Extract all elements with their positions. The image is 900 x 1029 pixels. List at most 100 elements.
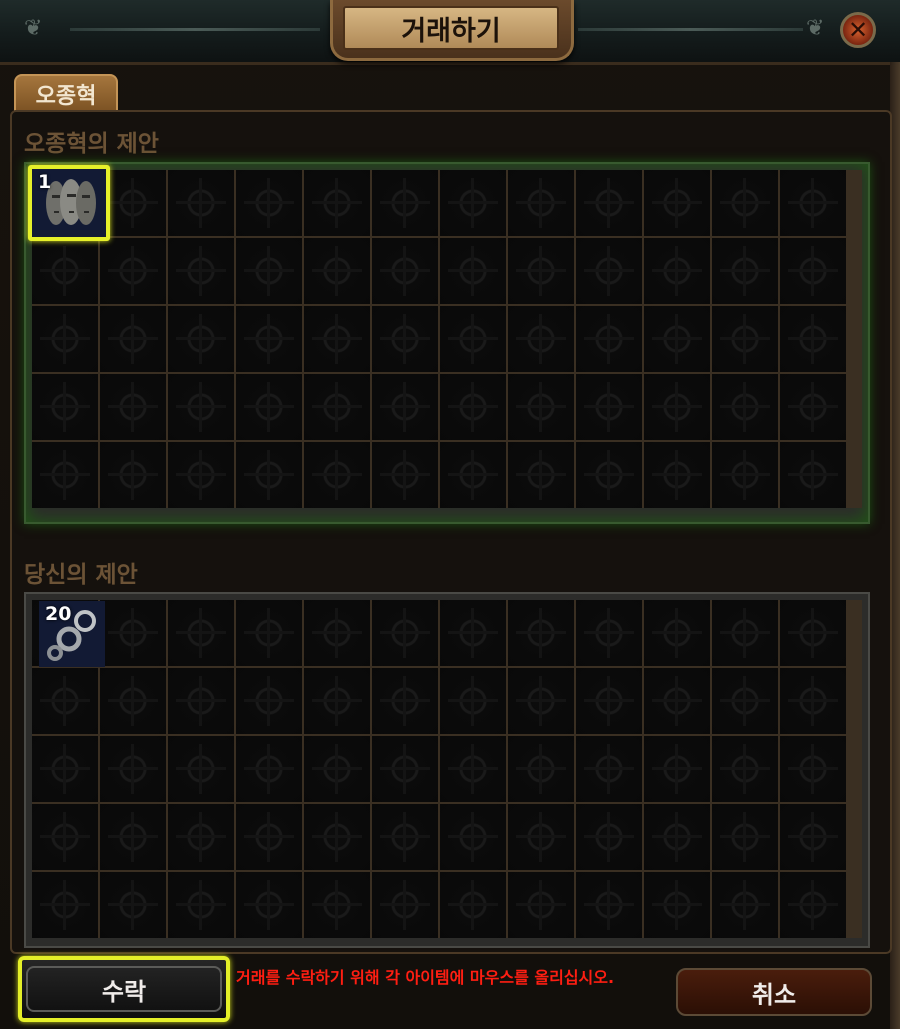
- inventory-slot[interactable]: [168, 170, 234, 236]
- inventory-slot[interactable]: [168, 306, 234, 372]
- inventory-slot[interactable]: [780, 600, 846, 666]
- inventory-slot[interactable]: [508, 442, 574, 508]
- inventory-slot[interactable]: [576, 872, 642, 938]
- inventory-slot[interactable]: [780, 668, 846, 734]
- inventory-slot[interactable]: [576, 374, 642, 440]
- inventory-slot[interactable]: [32, 872, 98, 938]
- inventory-slot[interactable]: [304, 872, 370, 938]
- inventory-slot[interactable]: [508, 804, 574, 870]
- inventory-slot[interactable]: [780, 374, 846, 440]
- inventory-slot[interactable]: [576, 600, 642, 666]
- inventory-slot[interactable]: [508, 600, 574, 666]
- inventory-slot[interactable]: [32, 374, 98, 440]
- inventory-slot[interactable]: [508, 306, 574, 372]
- inventory-slot[interactable]: [304, 736, 370, 802]
- inventory-slot[interactable]: [32, 442, 98, 508]
- inventory-slot[interactable]: [372, 306, 438, 372]
- inventory-slot[interactable]: [100, 238, 166, 304]
- inventory-slot[interactable]: [32, 804, 98, 870]
- inventory-slot[interactable]: [644, 238, 710, 304]
- inventory-slot[interactable]: [168, 442, 234, 508]
- inventory-slot[interactable]: [780, 804, 846, 870]
- inventory-slot[interactable]: [236, 872, 302, 938]
- cancel-button[interactable]: 취소: [676, 968, 872, 1016]
- inventory-slot[interactable]: [644, 374, 710, 440]
- inventory-slot[interactable]: [304, 238, 370, 304]
- inventory-slot[interactable]: [644, 736, 710, 802]
- inventory-slot[interactable]: [372, 170, 438, 236]
- inventory-slot[interactable]: [644, 872, 710, 938]
- inventory-slot[interactable]: [304, 170, 370, 236]
- inventory-slot[interactable]: [780, 872, 846, 938]
- inventory-slot[interactable]: [440, 804, 506, 870]
- close-icon[interactable]: ✕: [840, 12, 876, 48]
- inventory-slot[interactable]: [644, 668, 710, 734]
- inventory-slot[interactable]: [168, 736, 234, 802]
- inventory-slot[interactable]: [508, 668, 574, 734]
- inventory-slot[interactable]: [712, 238, 778, 304]
- inventory-slot[interactable]: [100, 668, 166, 734]
- inventory-slot[interactable]: [100, 374, 166, 440]
- inventory-slot[interactable]: [236, 170, 302, 236]
- inventory-slot[interactable]: [372, 668, 438, 734]
- inventory-slot[interactable]: [236, 804, 302, 870]
- inventory-slot[interactable]: [372, 600, 438, 666]
- inventory-slot[interactable]: [236, 442, 302, 508]
- inventory-slot[interactable]: [644, 600, 710, 666]
- inventory-slot[interactable]: [576, 668, 642, 734]
- inventory-slot[interactable]: [508, 170, 574, 236]
- inventory-slot[interactable]: [576, 442, 642, 508]
- inventory-slot[interactable]: [508, 736, 574, 802]
- inventory-slot[interactable]: [576, 736, 642, 802]
- inventory-slot[interactable]: [712, 170, 778, 236]
- chain-fragment-item[interactable]: 20: [39, 601, 105, 667]
- inventory-slot[interactable]: [304, 600, 370, 666]
- inventory-slot[interactable]: [576, 238, 642, 304]
- inventory-slot[interactable]: [304, 804, 370, 870]
- inventory-slot[interactable]: [100, 306, 166, 372]
- inventory-slot[interactable]: [644, 442, 710, 508]
- inventory-slot[interactable]: [780, 170, 846, 236]
- inventory-slot[interactable]: [236, 238, 302, 304]
- inventory-slot[interactable]: [236, 306, 302, 372]
- inventory-slot[interactable]: [712, 306, 778, 372]
- stone-faces-item[interactable]: 1: [28, 165, 110, 241]
- inventory-slot[interactable]: [372, 442, 438, 508]
- inventory-slot[interactable]: [168, 374, 234, 440]
- inventory-slot[interactable]: [168, 238, 234, 304]
- inventory-slot[interactable]: [780, 736, 846, 802]
- inventory-slot[interactable]: [372, 804, 438, 870]
- inventory-slot[interactable]: [100, 600, 166, 666]
- inventory-slot[interactable]: [780, 442, 846, 508]
- inventory-slot[interactable]: [372, 872, 438, 938]
- inventory-slot[interactable]: [644, 306, 710, 372]
- inventory-slot[interactable]: [712, 804, 778, 870]
- inventory-slot[interactable]: [712, 668, 778, 734]
- inventory-slot[interactable]: [576, 170, 642, 236]
- inventory-slot[interactable]: [440, 600, 506, 666]
- inventory-slot[interactable]: [168, 872, 234, 938]
- inventory-slot[interactable]: [508, 872, 574, 938]
- inventory-slot[interactable]: [440, 668, 506, 734]
- inventory-slot[interactable]: [32, 306, 98, 372]
- inventory-slot[interactable]: [32, 238, 98, 304]
- inventory-slot[interactable]: [508, 238, 574, 304]
- inventory-slot[interactable]: [100, 442, 166, 508]
- inventory-slot[interactable]: [32, 668, 98, 734]
- inventory-slot[interactable]: [236, 736, 302, 802]
- inventory-slot[interactable]: [780, 306, 846, 372]
- tab-partner[interactable]: 오종혁: [14, 74, 118, 112]
- inventory-slot[interactable]: [372, 736, 438, 802]
- inventory-slot[interactable]: [712, 736, 778, 802]
- inventory-slot[interactable]: [644, 804, 710, 870]
- inventory-slot[interactable]: [236, 668, 302, 734]
- inventory-slot[interactable]: [168, 668, 234, 734]
- inventory-slot[interactable]: [32, 736, 98, 802]
- inventory-slot[interactable]: [236, 600, 302, 666]
- inventory-slot[interactable]: [576, 804, 642, 870]
- inventory-slot[interactable]: [780, 238, 846, 304]
- inventory-slot[interactable]: [236, 374, 302, 440]
- inventory-slot[interactable]: [712, 600, 778, 666]
- inventory-slot[interactable]: [508, 374, 574, 440]
- inventory-slot[interactable]: [440, 306, 506, 372]
